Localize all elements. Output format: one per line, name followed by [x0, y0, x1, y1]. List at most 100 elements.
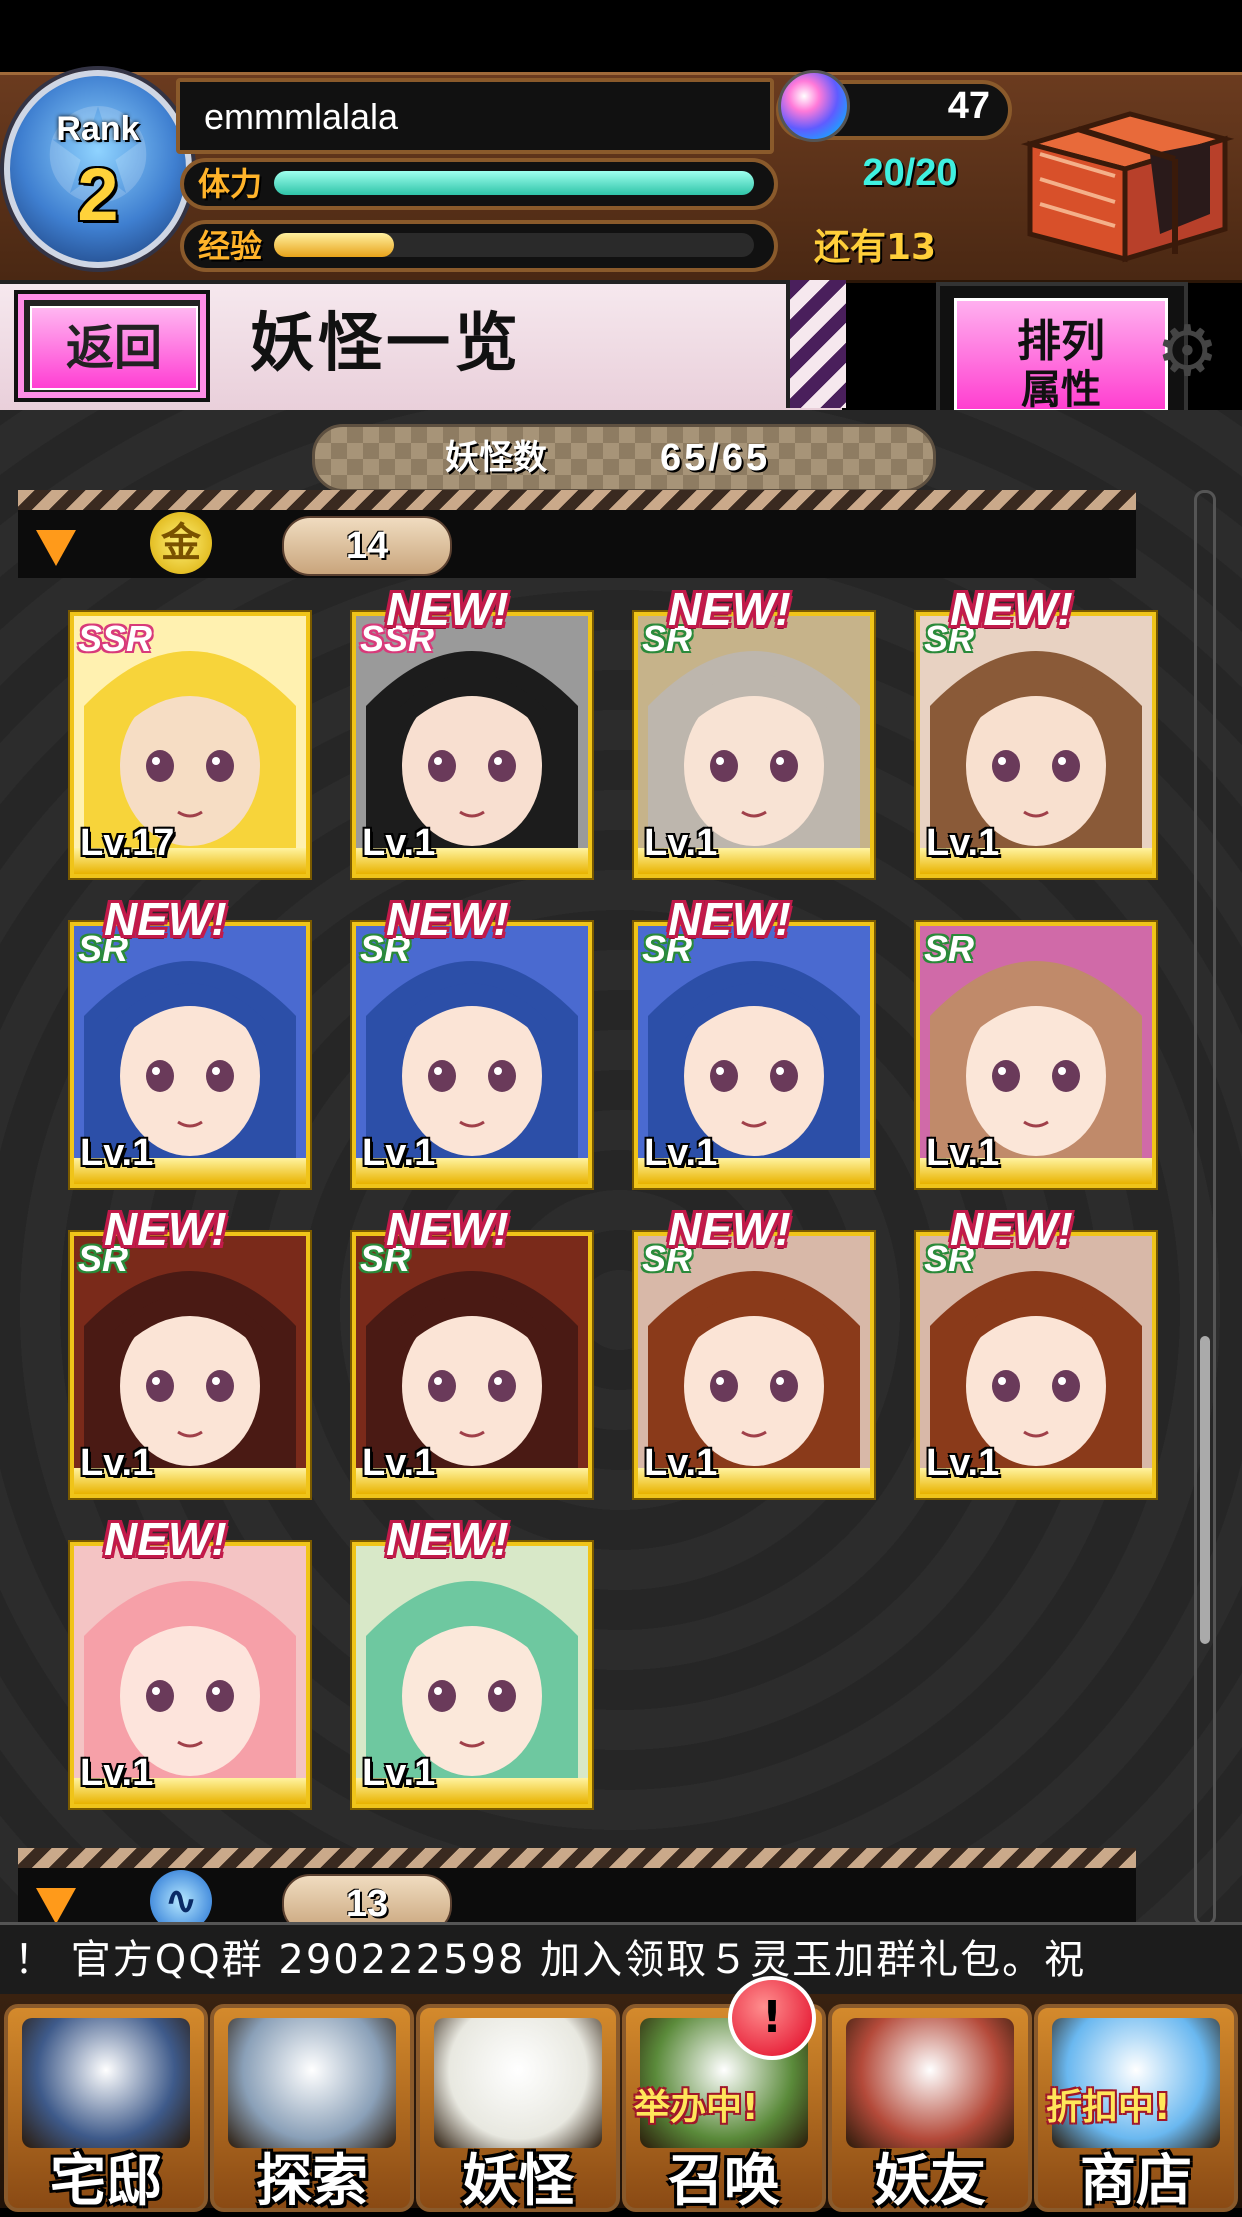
new-badge: NEW!: [386, 1513, 509, 1565]
new-badge: NEW!: [950, 583, 1073, 635]
nav-icon: [846, 2018, 1014, 2148]
event-badge: 举办中!: [634, 2087, 759, 2128]
new-badge: NEW!: [104, 1203, 227, 1255]
rarity-badge: SSR: [78, 618, 153, 659]
gear-icon: ⚙: [1156, 310, 1219, 392]
card-level: Lv.1: [80, 1132, 154, 1174]
title-stripe: [786, 280, 846, 408]
yokai-card[interactable]: Lv.1 SR NEW!: [70, 893, 310, 1188]
exp-remaining: 还有13: [813, 227, 937, 268]
nav-button[interactable]: 妖怪: [416, 2004, 620, 2214]
stamina-bar: 体力: [180, 158, 778, 210]
gift-box-icon[interactable]: [1010, 84, 1238, 268]
nav-icon: [22, 2018, 190, 2148]
card-level: Lv.1: [644, 1132, 718, 1174]
nav-label: 探索: [256, 2149, 368, 2214]
rank-label: Rank: [56, 110, 140, 148]
card-level: Lv.1: [926, 822, 1000, 864]
ticker-text: ！ 官方QQ群 290222598 加入领取５灵玉加群礼包。祝: [14, 1937, 1087, 1983]
rank-badge[interactable]: ✪ Rank 2: [4, 70, 192, 268]
new-badge: NEW!: [386, 893, 509, 945]
rope-divider: [18, 490, 1136, 510]
player-name: emmmlalala: [204, 96, 399, 137]
yokai-card[interactable]: Lv.1 SR NEW!: [916, 1203, 1156, 1498]
new-badge: NEW!: [668, 893, 791, 945]
status-bar: [0, 0, 1242, 72]
nav-label: 召唤: [668, 2149, 780, 2214]
yokai-card[interactable]: Lv.1 NEW!: [352, 1513, 592, 1808]
spirit-jade-icon: [778, 70, 850, 142]
exp-fill: [274, 233, 394, 257]
new-badge: NEW!: [104, 893, 227, 945]
yokai-card[interactable]: Lv.1 NEW!: [70, 1513, 310, 1808]
scrollbar[interactable]: [1194, 490, 1216, 1926]
stamina-track: [274, 171, 754, 195]
nav-label: 商店: [1080, 2149, 1192, 2214]
rarity-badge: SR: [924, 928, 975, 969]
yokai-count-pill: 妖怪数 65/65: [312, 424, 936, 492]
yokai-card[interactable]: Lv.1 SR NEW!: [352, 893, 592, 1188]
sort-button[interactable]: 排列 属性: [936, 282, 1188, 430]
back-button-face: 返回: [30, 306, 198, 390]
exp-bar: 经验: [180, 220, 778, 272]
group-header-gold[interactable]: 金 14: [18, 490, 1136, 578]
nav-button[interactable]: 折扣中! 商店: [1034, 2004, 1238, 2214]
stamina-label: 体力: [198, 165, 263, 203]
yokai-card[interactable]: Lv.1 SR: [916, 922, 1156, 1188]
announcement-ticker: ！ 官方QQ群 290222598 加入领取５灵玉加群礼包。祝: [0, 1922, 1242, 1998]
card-level: Lv.1: [80, 1442, 154, 1484]
nav-icon: [434, 2018, 602, 2148]
alert-icon[interactable]: !: [728, 1976, 816, 2060]
yokai-card[interactable]: Lv.1 SR NEW!: [634, 1203, 874, 1498]
stamina-fill: [274, 171, 754, 195]
collapse-arrow-icon[interactable]: [36, 1888, 76, 1922]
yokai-count-label: 妖怪数: [445, 438, 547, 478]
card-level: Lv.1: [644, 822, 718, 864]
card-level: Lv.1: [80, 1752, 154, 1794]
collapse-arrow-icon[interactable]: [36, 530, 76, 566]
rope-divider: [18, 1848, 1136, 1868]
new-badge: NEW!: [386, 1203, 509, 1255]
nav-button[interactable]: 宅邸: [4, 2004, 208, 2214]
nav-label: 妖友: [874, 2149, 986, 2214]
gold-element-icon: 金: [150, 512, 212, 574]
nav-button[interactable]: 探索: [210, 2004, 414, 2214]
nav-label: 宅邸: [50, 2149, 162, 2214]
new-badge: NEW!: [668, 583, 791, 635]
stamina-value: 20/20: [862, 152, 958, 194]
exp-track: [274, 233, 754, 257]
rank-value: 2: [77, 153, 119, 236]
back-button[interactable]: 返回: [14, 290, 210, 402]
nav-button[interactable]: 妖友: [828, 2004, 1032, 2214]
nav-icon: [228, 2018, 396, 2148]
scrollbar-thumb[interactable]: [1200, 1336, 1210, 1644]
card-level: Lv.1: [926, 1132, 1000, 1174]
yokai-card[interactable]: Lv.1 SR NEW!: [634, 583, 874, 878]
sort-mode-label: 属性: [1021, 367, 1101, 413]
page-title: 妖怪一览: [250, 306, 522, 381]
yokai-count-value: 65/65: [660, 437, 771, 479]
group-header-water[interactable]: ∿ 13: [18, 1848, 1136, 1922]
card-level: Lv.1: [362, 822, 436, 864]
event-badge: 折扣中!: [1046, 2087, 1171, 2128]
new-badge: NEW!: [950, 1203, 1073, 1255]
card-level: Lv.1: [362, 1442, 436, 1484]
card-level: Lv.1: [362, 1752, 436, 1794]
yokai-card[interactable]: Lv.17 SSR: [70, 612, 310, 878]
yokai-card[interactable]: Lv.1 SR NEW!: [70, 1203, 310, 1498]
back-button-label: 返回: [65, 320, 162, 376]
yokai-card[interactable]: Lv.1 SR NEW!: [352, 1203, 592, 1498]
yokai-card[interactable]: Lv.1 SR NEW!: [916, 583, 1156, 878]
gem-count: 47: [947, 85, 990, 127]
nav-label: 妖怪: [462, 2149, 574, 2214]
card-level: Lv.1: [644, 1442, 718, 1484]
card-level: Lv.1: [362, 1132, 436, 1174]
player-name-box: emmmlalala: [176, 78, 774, 154]
new-badge: NEW!: [104, 1513, 227, 1565]
exp-label: 经验: [198, 227, 263, 265]
new-badge: NEW!: [386, 583, 509, 635]
group-count: 14: [282, 516, 452, 576]
card-level: Lv.17: [80, 822, 175, 864]
yokai-card[interactable]: Lv.1 SSR NEW!: [352, 583, 592, 878]
yokai-card[interactable]: Lv.1 SR NEW!: [634, 893, 874, 1188]
